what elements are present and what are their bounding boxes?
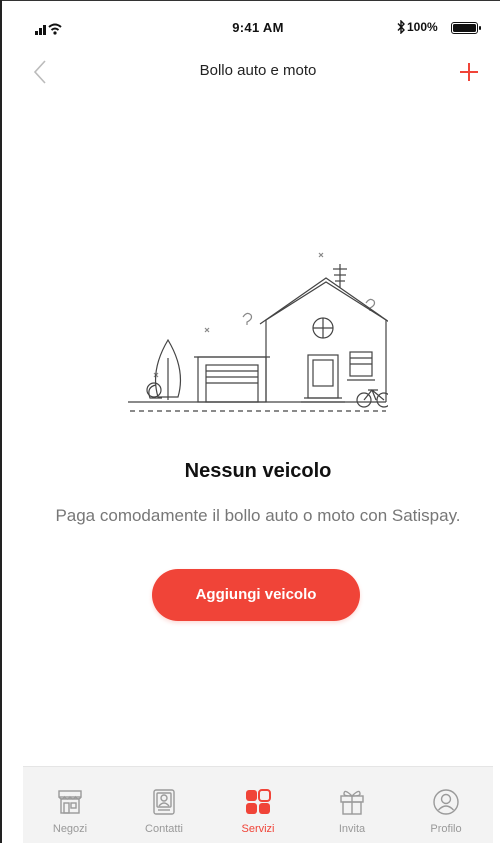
tab-label: Contatti [145, 823, 183, 835]
tab-profilo[interactable]: Profilo [399, 767, 493, 843]
services-icon [246, 789, 271, 814]
tab-contatti[interactable]: Contatti [117, 767, 211, 843]
navigation-bar: Bollo auto e moto [23, 54, 493, 94]
frame-left-border [0, 0, 2, 843]
empty-state-subtitle: Paga comodamente il bollo auto o moto co… [55, 506, 461, 525]
tab-negozi[interactable]: Negozi [23, 767, 117, 843]
tab-label: Negozi [52, 823, 88, 835]
tab-invita[interactable]: Invita [305, 767, 399, 843]
add-plus-icon[interactable] [457, 60, 481, 84]
tab-label: Invita [338, 823, 366, 835]
tab-servizi[interactable]: Servizi [211, 767, 305, 843]
bottom-tab-bar: Negozi Contatti Servizi Invita Profilo [23, 766, 493, 843]
empty-state-title: Nessun veicolo [184, 460, 332, 482]
battery-percentage: 100% [407, 20, 438, 34]
add-vehicle-button[interactable]: Aggiungi veicolo [152, 569, 360, 621]
tab-label: Servizi [241, 823, 275, 835]
battery-icon [451, 22, 481, 34]
tab-label: Profilo [430, 823, 462, 835]
gift-icon [340, 790, 364, 815]
house-illustration [128, 252, 388, 412]
status-bar: 9:41 AM 100% [23, 8, 493, 48]
frame-top-border [0, 0, 500, 1]
profile-icon [433, 789, 459, 815]
page-title: Bollo auto e moto [199, 62, 317, 79]
contacts-icon [153, 789, 175, 815]
bluetooth-icon [397, 20, 405, 34]
phone-screen: 9:41 AM 100% Bollo auto e moto Nessun ve… [23, 8, 493, 843]
store-icon [58, 790, 82, 814]
